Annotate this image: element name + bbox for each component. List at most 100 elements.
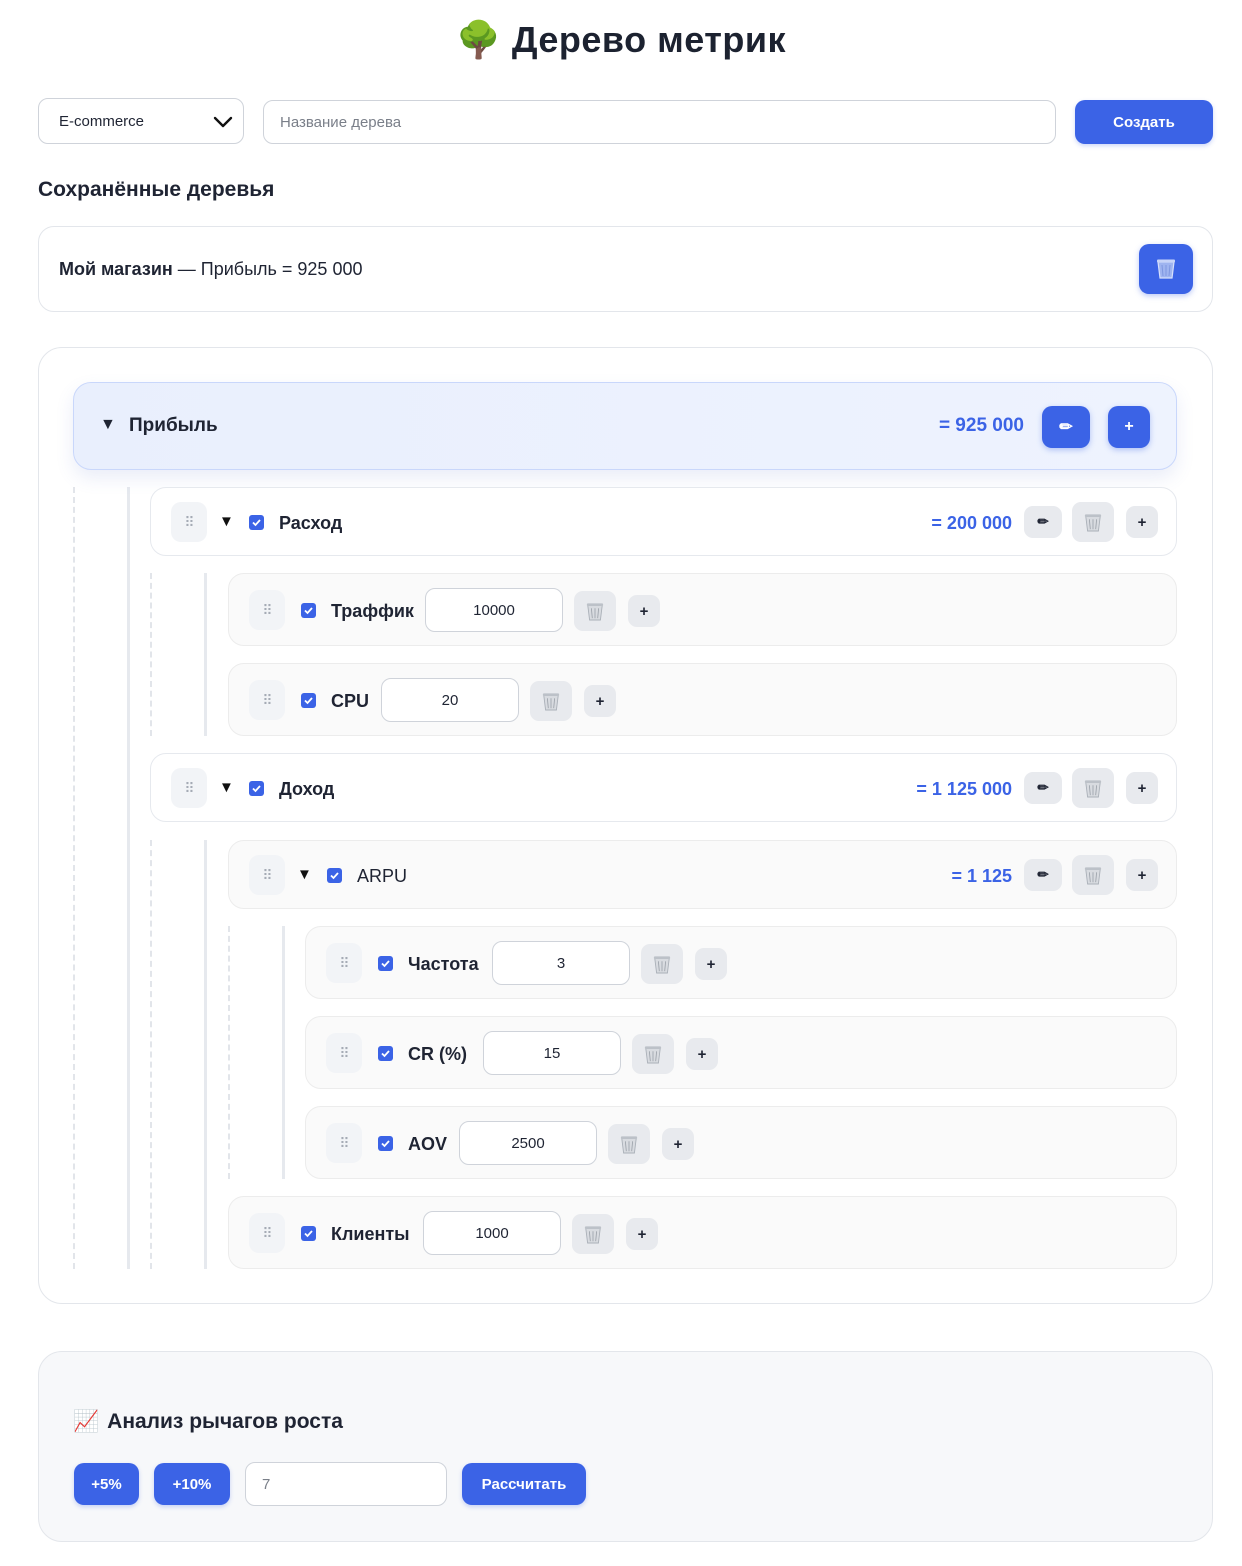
tree-node-cpu[interactable]: ⠿ CPU + — [228, 663, 1177, 736]
tree-guide-line — [73, 487, 75, 1269]
plus-icon: + — [706, 955, 716, 973]
pencil-icon: ✏ — [1037, 780, 1049, 795]
node-label: Клиенты — [331, 1224, 410, 1244]
delete-button[interactable] — [641, 944, 683, 984]
edit-button[interactable]: ✏ — [1024, 506, 1062, 538]
metric-value-input[interactable] — [483, 1031, 621, 1075]
chevron-down-icon — [213, 116, 233, 128]
metric-value-input[interactable] — [459, 1121, 597, 1165]
node-label: ARPU — [357, 866, 408, 886]
tree-node-traffic[interactable]: ⠿ Траффик + — [228, 573, 1177, 646]
saved-tree-name: Мой магазин — [59, 259, 173, 279]
node-checkbox[interactable] — [301, 1226, 316, 1241]
check-icon — [252, 519, 261, 527]
trash-icon — [620, 1136, 638, 1154]
delete-saved-tree-button[interactable] — [1139, 244, 1193, 294]
metric-value-input[interactable] — [425, 588, 563, 632]
add-child-button[interactable]: + — [1126, 772, 1158, 804]
edit-button[interactable]: ✏ — [1042, 406, 1090, 448]
tree-node-frequency[interactable]: ⠿ Частота + — [305, 926, 1177, 999]
node-checkbox[interactable] — [378, 956, 393, 971]
node-value: = 200 000 — [931, 513, 1012, 533]
drag-handle-icon[interactable]: ⠿ — [326, 1033, 362, 1073]
node-label: AOV — [408, 1134, 448, 1154]
collapse-caret-icon[interactable]: ▼ — [219, 779, 234, 796]
drag-handle-icon[interactable]: ⠿ — [171, 502, 207, 542]
chart-increasing-icon: 📈 — [73, 1410, 100, 1433]
tree-guide-line — [282, 926, 285, 1179]
node-label: Доход — [279, 779, 335, 799]
delete-button[interactable] — [1072, 855, 1114, 895]
plus-icon: + — [595, 692, 605, 710]
node-checkbox[interactable] — [249, 781, 264, 796]
add-child-button[interactable]: + — [1126, 859, 1158, 891]
tree-node-income[interactable]: ⠿ ▼ Доход = 1 125 000 ✏ + — [150, 753, 1177, 822]
add-child-button[interactable]: + — [584, 685, 616, 717]
collapse-caret-icon[interactable]: ▼ — [100, 416, 116, 434]
trash-icon — [584, 1226, 602, 1244]
plus-icon: + — [1137, 513, 1147, 531]
growth-analysis-title-text: Анализ рычагов роста — [107, 1410, 343, 1433]
create-button[interactable]: Создать — [1075, 100, 1213, 144]
trash-icon — [1084, 867, 1102, 885]
edit-button[interactable]: ✏ — [1024, 859, 1062, 891]
node-checkbox[interactable] — [378, 1136, 393, 1151]
add-child-button[interactable]: + — [695, 948, 727, 980]
plus-icon: + — [673, 1135, 683, 1153]
add-child-button[interactable]: + — [626, 1218, 658, 1250]
drag-handle-icon[interactable]: ⠿ — [249, 1213, 285, 1253]
tree-node-expense[interactable]: ⠿ ▼ Расход = 200 000 ✏ + — [150, 487, 1177, 556]
plus-5-percent-button[interactable]: +5% — [74, 1463, 139, 1505]
saved-tree-item[interactable]: Мой магазин — Прибыль = 925 000 — [38, 226, 1213, 312]
delete-button[interactable] — [1072, 502, 1114, 542]
calculate-button[interactable]: Рассчитать — [462, 1463, 586, 1505]
delete-button[interactable] — [608, 1124, 650, 1164]
node-checkbox[interactable] — [327, 868, 342, 883]
tree-node-cr[interactable]: ⠿ CR (%) + — [305, 1016, 1177, 1089]
trash-icon — [1084, 780, 1102, 798]
add-child-button[interactable]: + — [662, 1128, 694, 1160]
metric-value-input[interactable] — [381, 678, 519, 722]
drag-handle-icon[interactable]: ⠿ — [326, 943, 362, 983]
delete-button[interactable] — [574, 591, 616, 631]
add-child-button[interactable]: + — [1108, 406, 1150, 448]
delete-button[interactable] — [572, 1214, 614, 1254]
delete-button[interactable] — [1072, 768, 1114, 808]
drag-handle-icon[interactable]: ⠿ — [249, 855, 285, 895]
drag-handle-icon[interactable]: ⠿ — [249, 680, 285, 720]
add-child-button[interactable]: + — [686, 1038, 718, 1070]
tree-guide-line — [204, 573, 207, 736]
collapse-caret-icon[interactable]: ▼ — [297, 866, 312, 883]
template-select[interactable]: E-commerce — [38, 98, 244, 144]
node-checkbox[interactable] — [301, 603, 316, 618]
drag-handle-icon[interactable]: ⠿ — [249, 590, 285, 630]
node-checkbox[interactable] — [249, 515, 264, 530]
root-node-profit[interactable]: ▼ Прибыль = 925 000 ✏ + — [73, 382, 1177, 470]
node-checkbox[interactable] — [301, 693, 316, 708]
metric-value-input[interactable] — [423, 1211, 561, 1255]
node-value: = 1 125 000 — [916, 779, 1012, 799]
edit-button[interactable]: ✏ — [1024, 772, 1062, 804]
node-checkbox[interactable] — [378, 1046, 393, 1061]
custom-percent-input[interactable] — [245, 1462, 447, 1506]
add-child-button[interactable]: + — [1126, 506, 1158, 538]
tree-node-clients[interactable]: ⠿ Клиенты + — [228, 1196, 1177, 1269]
add-child-button[interactable]: + — [628, 595, 660, 627]
delete-button[interactable] — [632, 1034, 674, 1074]
trash-icon — [1157, 259, 1175, 279]
saved-tree-summary: — Прибыль = 925 000 — [172, 259, 363, 279]
pencil-icon: ✏ — [1037, 867, 1049, 882]
metric-value-input[interactable] — [492, 941, 630, 985]
check-icon — [381, 1140, 390, 1148]
delete-button[interactable] — [530, 681, 572, 721]
drag-handle-icon[interactable]: ⠿ — [326, 1123, 362, 1163]
collapse-caret-icon[interactable]: ▼ — [219, 513, 234, 530]
tree-name-input[interactable] — [263, 100, 1056, 144]
tree-node-arpu[interactable]: ⠿ ▼ ARPU = 1 125 ✏ + — [228, 840, 1177, 909]
page-title-text: Дерево метрик — [511, 19, 787, 60]
check-icon — [304, 697, 313, 705]
drag-handle-icon[interactable]: ⠿ — [171, 768, 207, 808]
plus-10-percent-button[interactable]: +10% — [154, 1463, 230, 1505]
node-label: CPU — [331, 691, 370, 711]
tree-node-aov[interactable]: ⠿ AOV + — [305, 1106, 1177, 1179]
